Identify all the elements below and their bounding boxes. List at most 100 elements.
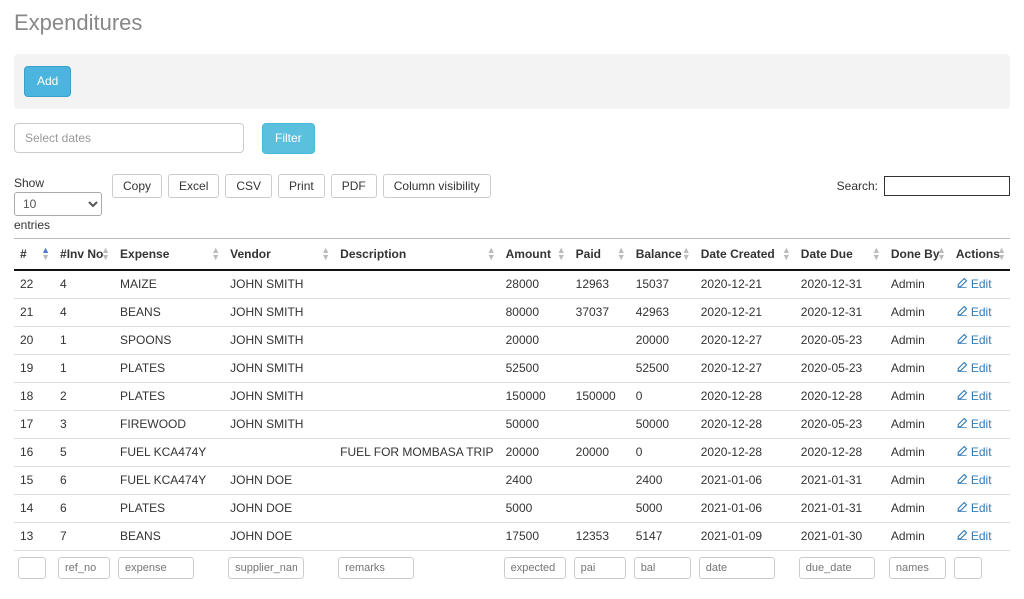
add-button[interactable]: Add (24, 66, 71, 97)
sort-icon: ▲▼ (937, 247, 946, 261)
edit-icon (956, 501, 968, 516)
table-cell: 2020-12-31 (795, 298, 885, 326)
table-cell: 52500 (500, 354, 570, 382)
table-cell: 20 (14, 326, 54, 354)
column-header[interactable]: #▲▼ (14, 238, 54, 270)
table-cell: Admin (885, 466, 950, 494)
table-cell: 20000 (500, 438, 570, 466)
column-filter-input[interactable] (889, 557, 946, 579)
length-label-show: Show (14, 176, 44, 190)
table-cell: 17 (14, 410, 54, 438)
footer-filter-cell (224, 550, 334, 585)
edit-button[interactable]: Edit (956, 473, 992, 488)
column-header[interactable]: Date Created▲▼ (695, 238, 795, 270)
table-cell: FUEL FOR MOMBASA TRIP (334, 438, 499, 466)
table-cell: FIREWOOD (114, 410, 224, 438)
column-filter-input[interactable] (118, 557, 194, 579)
table-cell: 14 (14, 494, 54, 522)
column-visibility-button[interactable]: Column visibility (383, 174, 491, 198)
table-cell (570, 494, 630, 522)
table-cell: 6 (54, 494, 114, 522)
table-row: 156FUEL KCA474YJOHN DOE240024002021-01-0… (14, 466, 1010, 494)
edit-button[interactable]: Edit (956, 305, 992, 320)
column-filter-input[interactable] (954, 557, 982, 579)
column-filter-input[interactable] (699, 557, 775, 579)
table-cell: 19 (14, 354, 54, 382)
table-cell: Admin (885, 494, 950, 522)
excel-button[interactable]: Excel (168, 174, 219, 198)
table-cell: 15 (14, 466, 54, 494)
sort-icon: ▲▼ (872, 247, 881, 261)
column-filter-input[interactable] (18, 557, 46, 579)
table-cell: SPOONS (114, 326, 224, 354)
column-header[interactable]: Balance▲▼ (630, 238, 695, 270)
table-cell-actions: Edit (950, 438, 1010, 466)
table-cell (334, 382, 499, 410)
table-cell: 16 (14, 438, 54, 466)
edit-button[interactable]: Edit (956, 389, 992, 404)
table-cell: JOHN SMITH (224, 382, 334, 410)
table-cell: 50000 (630, 410, 695, 438)
table-cell: 0 (630, 438, 695, 466)
table-cell: 7 (54, 522, 114, 550)
column-header[interactable]: Vendor▲▼ (224, 238, 334, 270)
table-cell: FUEL KCA474Y (114, 466, 224, 494)
table-row: 191PLATESJOHN SMITH52500525002020-12-272… (14, 354, 1010, 382)
table-cell (570, 326, 630, 354)
column-header[interactable]: Actions▲▼ (950, 238, 1010, 270)
table-cell: 150000 (570, 382, 630, 410)
column-header[interactable]: Expense▲▼ (114, 238, 224, 270)
edit-button[interactable]: Edit (956, 501, 992, 516)
table-row: 165FUEL KCA474YFUEL FOR MOMBASA TRIP2000… (14, 438, 1010, 466)
edit-button[interactable]: Edit (956, 417, 992, 432)
column-filter-input[interactable] (338, 557, 414, 579)
edit-icon (956, 473, 968, 488)
table-cell (334, 494, 499, 522)
table-cell-actions: Edit (950, 326, 1010, 354)
date-range-input[interactable] (14, 123, 244, 153)
filter-button[interactable]: Filter (262, 123, 315, 154)
pdf-button[interactable]: PDF (331, 174, 377, 198)
table-cell (334, 354, 499, 382)
print-button[interactable]: Print (278, 174, 325, 198)
table-cell: Admin (885, 298, 950, 326)
csv-button[interactable]: CSV (225, 174, 272, 198)
table-cell-actions: Edit (950, 494, 1010, 522)
table-cell: 52500 (630, 354, 695, 382)
edit-button[interactable]: Edit (956, 277, 992, 292)
table-cell: 2020-12-28 (795, 382, 885, 410)
table-cell: JOHN SMITH (224, 270, 334, 299)
table-cell (334, 298, 499, 326)
edit-button[interactable]: Edit (956, 529, 992, 544)
column-header[interactable]: Amount▲▼ (500, 238, 570, 270)
footer-filter-cell (795, 550, 885, 585)
copy-button[interactable]: Copy (112, 174, 162, 198)
column-filter-input[interactable] (228, 557, 304, 579)
column-header[interactable]: Date Due▲▼ (795, 238, 885, 270)
table-cell-actions: Edit (950, 410, 1010, 438)
edit-button[interactable]: Edit (956, 361, 992, 376)
table-cell: JOHN DOE (224, 522, 334, 550)
table-cell: 2020-12-27 (695, 326, 795, 354)
table-cell-actions: Edit (950, 270, 1010, 299)
edit-icon (956, 389, 968, 404)
column-header[interactable]: Done By▲▼ (885, 238, 950, 270)
search-input[interactable] (884, 176, 1010, 196)
toolbar-top: Add (14, 54, 1010, 109)
column-filter-input[interactable] (574, 557, 626, 579)
column-header[interactable]: Description▲▼ (334, 238, 499, 270)
table-cell: Admin (885, 410, 950, 438)
edit-button[interactable]: Edit (956, 333, 992, 348)
length-select[interactable]: 10 (14, 192, 102, 216)
column-filter-input[interactable] (799, 557, 875, 579)
table-cell: 17500 (500, 522, 570, 550)
table-cell: 2021-01-31 (795, 494, 885, 522)
table-cell: BEANS (114, 298, 224, 326)
column-filter-input[interactable] (504, 557, 566, 579)
edit-button[interactable]: Edit (956, 445, 992, 460)
column-filter-input[interactable] (58, 557, 110, 579)
column-header[interactable]: #Inv No▲▼ (54, 238, 114, 270)
column-filter-input[interactable] (634, 557, 691, 579)
table-cell: 5147 (630, 522, 695, 550)
column-header[interactable]: Paid▲▼ (570, 238, 630, 270)
